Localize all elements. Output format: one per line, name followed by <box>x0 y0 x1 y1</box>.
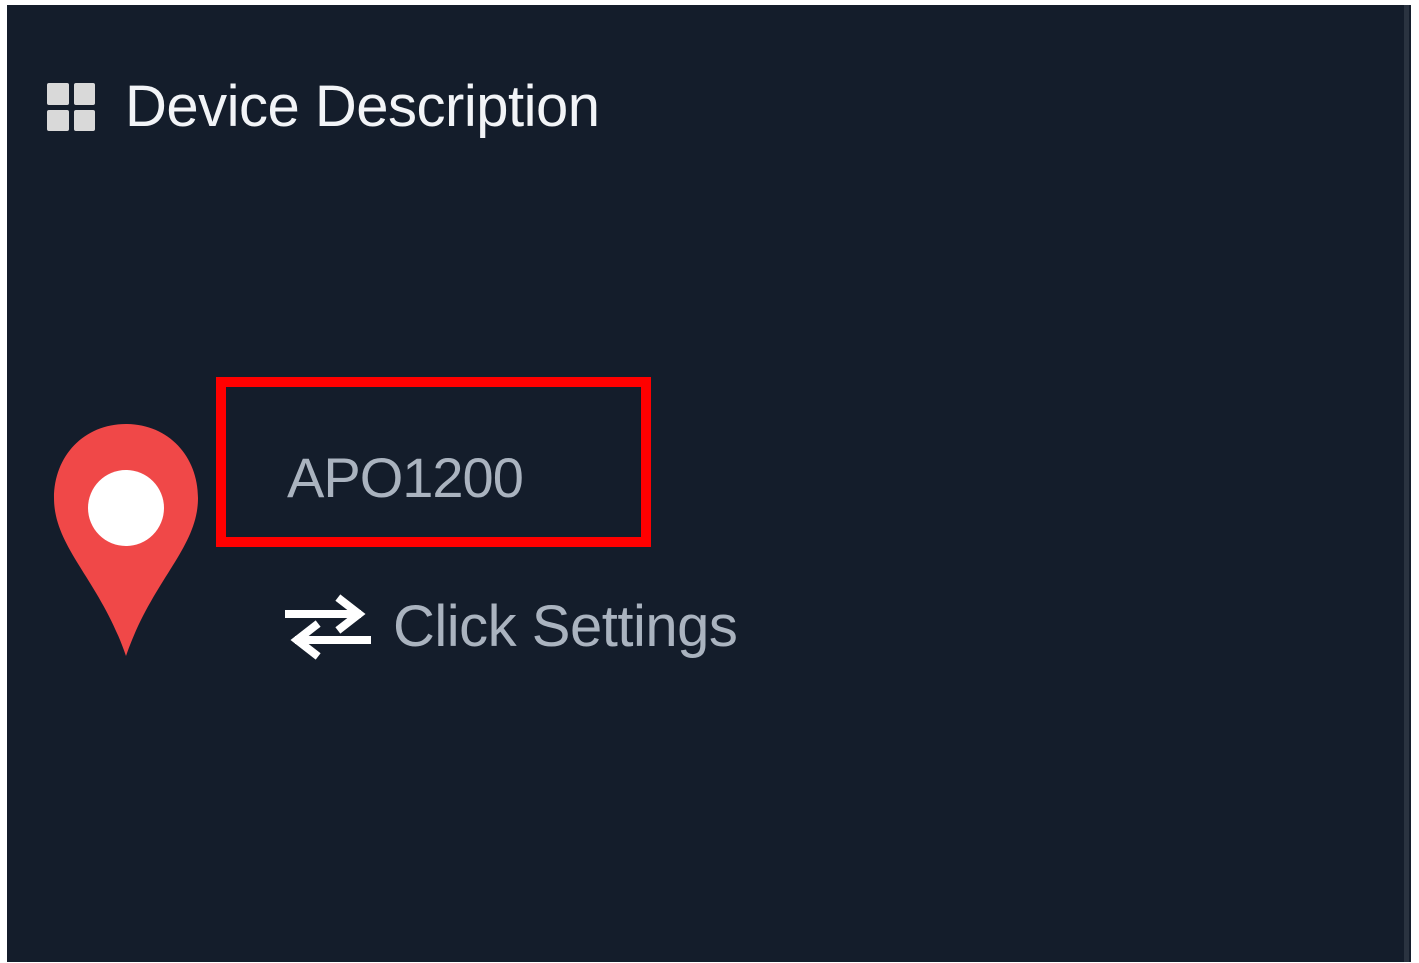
device-name[interactable]: APO1200 <box>287 450 524 506</box>
map-pin-icon <box>54 424 198 656</box>
panel-divider <box>1404 5 1409 962</box>
click-settings-label: Click Settings <box>393 594 738 659</box>
swap-arrows-icon <box>285 594 371 660</box>
panel-header: Device Description <box>47 72 600 142</box>
click-settings-link[interactable]: Click Settings <box>285 594 738 660</box>
grid-icon <box>47 83 95 131</box>
page-title: Device Description <box>125 74 600 139</box>
